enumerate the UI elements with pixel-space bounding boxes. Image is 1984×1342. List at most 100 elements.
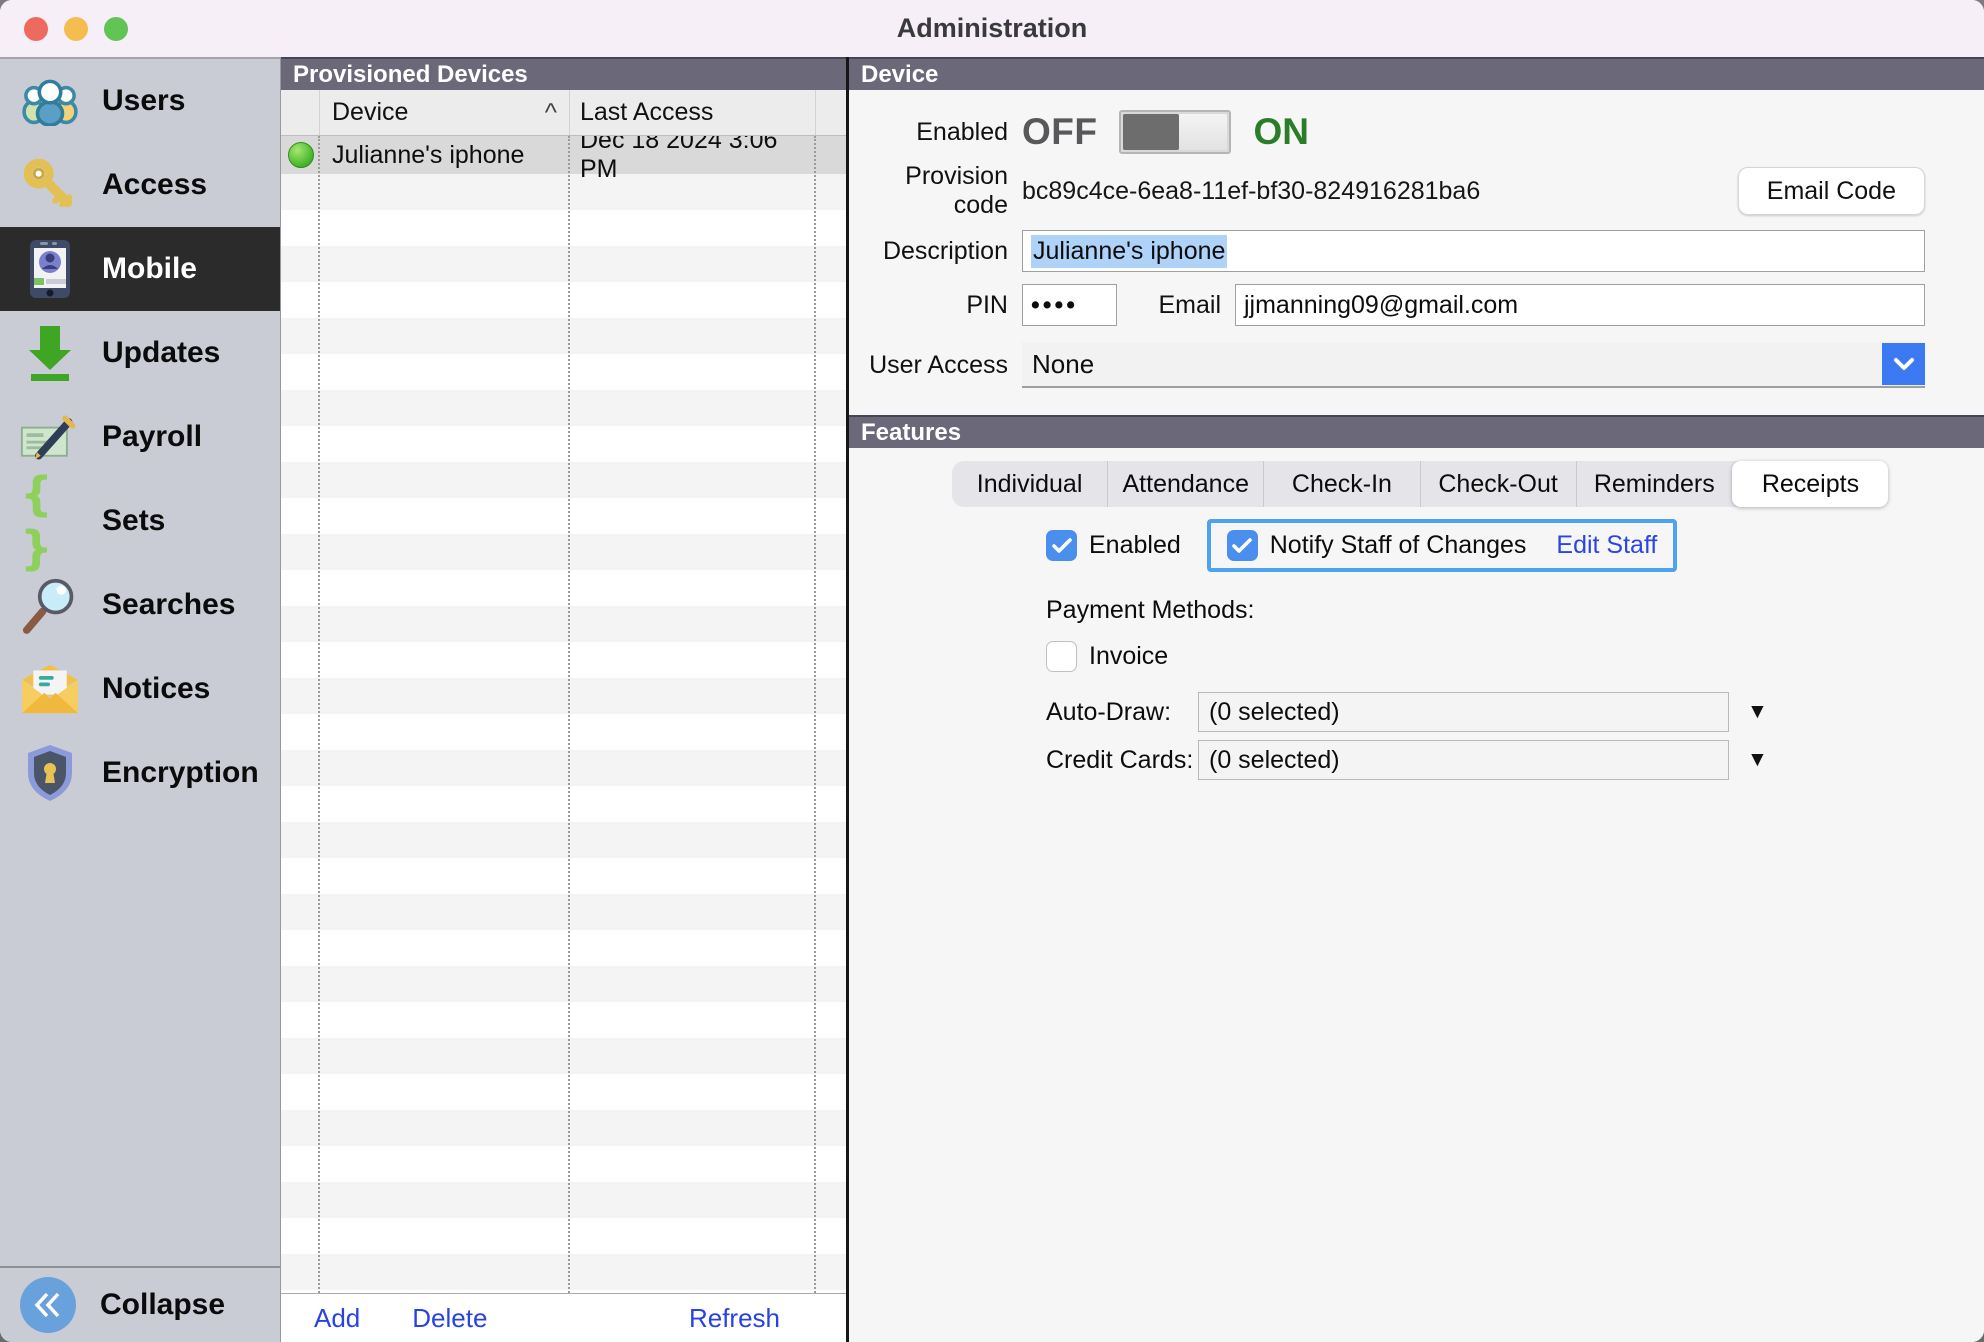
shield-icon [20,743,80,803]
status-column-header [281,90,320,135]
tab-individual[interactable]: Individual [952,461,1107,507]
credit-cards-dropdown-icon[interactable]: ▼ [1747,748,1768,772]
sidebar-item-label: Payroll [102,420,203,453]
auto-draw-select[interactable]: (0 selected) [1198,692,1729,732]
user-access-dropdown-button[interactable] [1882,343,1925,385]
empty-table-rows [281,174,846,1293]
toggle-knob [1123,114,1180,150]
edit-staff-link[interactable]: Edit Staff [1556,531,1657,560]
sidebar-item-searches[interactable]: Searches [0,563,280,647]
selected-text: Julianne's iphone [1031,234,1228,268]
sidebar-item-updates[interactable]: Updates [0,311,280,395]
auto-draw-label: Auto-Draw: [1046,697,1172,726]
toggle-off-label: OFF [1022,111,1098,152]
email-code-button[interactable]: Email Code [1737,167,1925,215]
column-divider [568,136,570,1293]
receipts-enabled-row: Enabled Notify Staff of Changes Edit Sta… [1046,519,1984,572]
provision-code-label: Provision code [905,162,1008,219]
administration-window: Administration Users Access Mobile Updat… [0,0,1984,1342]
features-body: Individual Attendance Check-In Check-Out… [849,448,1984,1342]
features-tab-bar: Individual Attendance Check-In Check-Out… [952,461,1889,507]
delete-device-button[interactable]: Delete [412,1303,487,1334]
device-table-actions: Add Delete Refresh [281,1293,846,1342]
auto-draw-dropdown-icon[interactable]: ▼ [1747,700,1768,724]
enabled-toggle[interactable] [1119,110,1232,154]
sidebar-item-users[interactable]: Users [0,59,280,143]
credit-cards-row: Credit Cards: (0 selected) ▼ [1046,740,1984,780]
device-table-body: Julianne's iphone Dec 18 2024 3:06 PM [281,136,846,1293]
device-form: Enabled OFF ON Provision code bc89c4ce-6… [849,90,1984,415]
device-section-title: Device [861,60,939,88]
magnifier-icon [20,575,80,635]
enabled-label: Enabled [916,117,1008,146]
collapse-chevrons-icon [20,1277,76,1333]
window-title: Administration [896,13,1088,43]
sidebar-item-access[interactable]: Access [0,143,280,227]
tab-check-out[interactable]: Check-Out [1419,461,1576,507]
device-detail-panel: Device Enabled OFF ON Provision code bc8… [849,57,1984,1342]
provisioned-devices-title: Provisioned Devices [293,60,528,88]
sidebar-item-mobile[interactable]: Mobile [0,227,280,311]
sidebar-item-notices[interactable]: Notices [0,647,280,731]
provisioned-devices-header: Provisioned Devices [281,57,846,90]
sidebar-item-label: Mobile [102,252,197,285]
toggle-on-label: ON [1253,111,1309,152]
tab-receipts[interactable]: Receipts [1731,461,1889,507]
credit-cards-select[interactable]: (0 selected) [1198,740,1729,780]
device-table-header: Device ^ Last Access [281,90,846,136]
column-divider [814,136,816,1293]
last-access-cell: Dec 18 2024 3:06 PM [580,136,778,183]
provisioned-devices-panel: Provisioned Devices Device ^ Last Access… [281,57,849,1342]
key-icon [20,155,80,215]
invoice-label: Invoice [1089,642,1169,670]
device-name-cell: Julianne's iphone [332,140,525,169]
device-column-header[interactable]: Device ^ [320,90,570,135]
toggle-track [1179,114,1228,150]
features-section-header: Features [849,415,1984,448]
download-arrow-icon [20,323,80,383]
invoice-row: Invoice [1046,641,1984,672]
tab-reminders[interactable]: Reminders [1575,461,1732,507]
pin-input[interactable]: •••• [1022,284,1117,326]
user-access-label: User Access [869,350,1008,379]
checkmark-icon [1051,537,1072,553]
last-access-column-header[interactable]: Last Access [570,90,816,135]
mobile-phone-icon [20,239,80,299]
pin-label: PIN [966,290,1008,319]
description-input[interactable]: Julianne's iphone [1022,230,1925,272]
enabled-checkbox[interactable] [1046,530,1077,561]
features-section-title: Features [861,418,962,446]
sidebar-item-encryption[interactable]: Encryption [0,731,280,815]
chevron-down-icon [1893,358,1914,370]
sort-ascending-icon: ^ [544,97,557,127]
users-icon [20,71,80,131]
braces-icon: { } [20,467,55,575]
sidebar-item-label: Users [102,84,186,117]
refresh-devices-button[interactable]: Refresh [689,1303,780,1334]
table-row-selected[interactable]: Julianne's iphone Dec 18 2024 3:06 PM [281,136,846,183]
auto-draw-row: Auto-Draw: (0 selected) ▼ [1046,692,1984,732]
credit-cards-label: Credit Cards: [1046,745,1194,774]
title-bar: Administration [0,0,1984,57]
user-access-value: None [1032,348,1095,379]
filler-column-header [816,90,846,135]
payment-methods-label: Payment Methods: [1046,596,1255,624]
sidebar-item-label: Updates [102,336,221,369]
notify-staff-checkbox[interactable] [1226,530,1258,561]
online-status-icon [287,142,314,168]
description-label: Description [882,236,1008,265]
sidebar-item-sets[interactable]: { } Sets [0,467,280,575]
add-device-button[interactable]: Add [314,1303,360,1334]
tab-check-in[interactable]: Check-In [1263,461,1419,507]
provision-code-value: bc89c4ce-6ea8-11ef-bf30-824916281ba6 [1022,176,1481,205]
collapse-sidebar-button[interactable]: Collapse [0,1266,280,1342]
email-label: Email [1158,290,1221,319]
sidebar-item-label: Access [102,168,208,201]
invoice-checkbox[interactable] [1046,641,1077,672]
email-input[interactable]: jjmanning09@gmail.com [1235,284,1925,326]
sidebar-item-label: Sets [102,504,166,537]
tab-attendance[interactable]: Attendance [1107,461,1263,507]
sidebar-item-label: Encryption [102,756,259,789]
user-access-select[interactable]: None [1022,342,1925,388]
notify-staff-label: Notify Staff of Changes [1269,531,1527,559]
